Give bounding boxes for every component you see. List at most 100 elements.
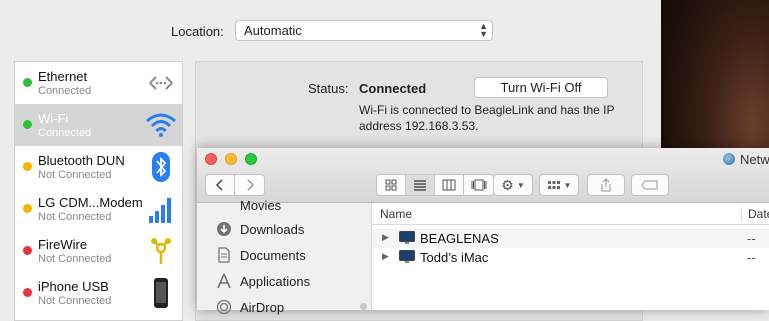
- status-dot: [23, 120, 32, 129]
- connection-description: Wi-Fi is connected to BeagleLink and has…: [359, 103, 615, 133]
- airdrop-icon: [215, 298, 233, 316]
- sidebar-item-label: Documents: [240, 247, 306, 263]
- tags-button[interactable]: [631, 174, 669, 196]
- tag-icon: [641, 180, 658, 190]
- service-status: Connected: [38, 127, 92, 139]
- service-status: Not Connected: [38, 295, 112, 307]
- firewire-icon: [151, 238, 171, 264]
- location-label: Location:: [171, 24, 224, 39]
- signal-bars-icon: [149, 198, 171, 223]
- status-dot: [23, 162, 32, 171]
- sidebar-item-downloads[interactable]: Downloads: [215, 219, 304, 239]
- back-forward-control[interactable]: [205, 174, 265, 196]
- finder-titlebar[interactable]: Netw ⚙ ▼ ▼: [197, 148, 769, 203]
- sidebar-item-label: Movies: [240, 197, 282, 213]
- zoom-button[interactable]: [245, 153, 257, 165]
- sidebar-item-applications[interactable]: Applications: [215, 271, 310, 291]
- gear-icon: ⚙: [501, 176, 514, 193]
- row-name: BEAGLENAS: [420, 231, 499, 246]
- arrange-grid-icon: [547, 181, 560, 189]
- list-icon: [414, 180, 426, 191]
- finder-window: Netw ⚙ ▼ ▼ Movies Downloads Documents Ap…: [197, 148, 769, 315]
- service-status: Not Connected: [38, 169, 112, 181]
- chevron-down-icon: ▼: [516, 180, 525, 190]
- minimize-button[interactable]: [225, 153, 237, 165]
- share-button[interactable]: [587, 174, 625, 196]
- location-value: Automatic: [244, 23, 302, 38]
- location-select[interactable]: Automatic ▲ ▼: [235, 20, 493, 41]
- bluetooth-icon: [152, 152, 170, 182]
- disclosure-triangle-icon[interactable]: ▶: [382, 251, 389, 262]
- gallery-view-button[interactable]: [464, 175, 493, 195]
- turn-wifi-off-button[interactable]: Turn Wi-Fi Off: [474, 77, 608, 98]
- service-list: Ethernet Connected Wi-Fi Connected Bluet…: [14, 61, 183, 321]
- view-mode-control[interactable]: [376, 174, 494, 196]
- icon-view-button[interactable]: [377, 175, 406, 195]
- applications-icon: [215, 272, 233, 290]
- finder-sidebar: Movies Downloads Documents Applications …: [197, 198, 372, 315]
- window-title: Netw: [740, 152, 769, 167]
- updown-chevron-icon: ▲ ▼: [479, 21, 488, 39]
- list-view-button[interactable]: [406, 175, 435, 195]
- column-header: Name Date: [372, 203, 769, 225]
- share-icon: [601, 178, 611, 192]
- service-item-firewire[interactable]: FireWire Not Connected: [15, 230, 182, 272]
- row-name: Todd’s iMac: [420, 250, 489, 265]
- row-date: --: [747, 231, 756, 246]
- service-name: Wi-Fi: [38, 111, 69, 126]
- service-item-lg-modem[interactable]: LG CDM...Modem Not Connected: [15, 188, 182, 230]
- movies-icon: [215, 196, 233, 214]
- column-name-header[interactable]: Name: [380, 207, 412, 221]
- status-dot: [23, 78, 32, 87]
- service-status: Not Connected: [38, 253, 112, 265]
- icon-grid-icon: [385, 179, 397, 191]
- status-dot: [23, 288, 32, 297]
- service-item-ethernet[interactable]: Ethernet Connected: [15, 62, 182, 104]
- service-status: Connected: [38, 85, 92, 97]
- action-menu-button[interactable]: ⚙ ▼: [493, 174, 533, 196]
- sidebar-item-movies[interactable]: Movies: [215, 195, 281, 215]
- column-view-button[interactable]: [435, 175, 464, 195]
- status-dot: [23, 204, 32, 213]
- chevron-right-icon: [246, 179, 254, 191]
- column-date-header[interactable]: Date: [741, 207, 769, 221]
- status-label: Status:: [308, 81, 349, 96]
- status-value: Connected: [359, 81, 427, 96]
- gallery-icon: [471, 179, 486, 191]
- imac-icon: [399, 231, 415, 244]
- sidebar-item-airdrop[interactable]: AirDrop: [215, 297, 284, 317]
- chevron-down-icon: ▼: [563, 180, 572, 190]
- ethernet-icon: [149, 76, 173, 90]
- service-name: Bluetooth DUN: [38, 153, 125, 168]
- row-date: --: [747, 250, 756, 265]
- file-list: Name Date ▶ BEAGLENAS -- ▶ Todd’s iMac -…: [372, 203, 769, 310]
- sidebar-item-label: AirDrop: [240, 299, 285, 315]
- network-globe-icon: [723, 153, 735, 165]
- wifi-icon: [146, 113, 176, 137]
- table-row[interactable]: ▶ Todd’s iMac --: [372, 248, 769, 267]
- service-item-wifi[interactable]: Wi-Fi Connected: [15, 104, 182, 146]
- documents-icon: [215, 246, 233, 264]
- service-name: Ethernet: [38, 69, 88, 84]
- arrange-menu-button[interactable]: ▼: [539, 174, 579, 196]
- sidebar-item-label: Applications: [240, 273, 311, 289]
- sidebar-item-label: Downloads: [240, 221, 305, 237]
- service-name: FireWire: [38, 237, 88, 252]
- disclosure-triangle-icon[interactable]: ▶: [382, 232, 389, 243]
- chevron-left-icon: [215, 179, 223, 191]
- columns-icon: [442, 179, 456, 191]
- downloads-icon: [215, 220, 233, 238]
- sidebar-scrollbar[interactable]: [360, 303, 367, 310]
- iphone-icon: [154, 278, 168, 308]
- status-dot: [23, 246, 32, 255]
- back-button[interactable]: [206, 175, 235, 195]
- service-item-iphone-usb[interactable]: iPhone USB Not Connected: [15, 272, 182, 314]
- service-item-bluetooth-dun[interactable]: Bluetooth DUN Not Connected: [15, 146, 182, 188]
- forward-button[interactable]: [235, 175, 264, 195]
- service-name: iPhone USB: [38, 279, 109, 294]
- service-name: LG CDM...Modem: [38, 195, 143, 210]
- close-button[interactable]: [205, 153, 217, 165]
- table-row[interactable]: ▶ BEAGLENAS --: [372, 229, 769, 248]
- sidebar-item-documents[interactable]: Documents: [215, 245, 306, 265]
- imac-icon: [399, 250, 415, 263]
